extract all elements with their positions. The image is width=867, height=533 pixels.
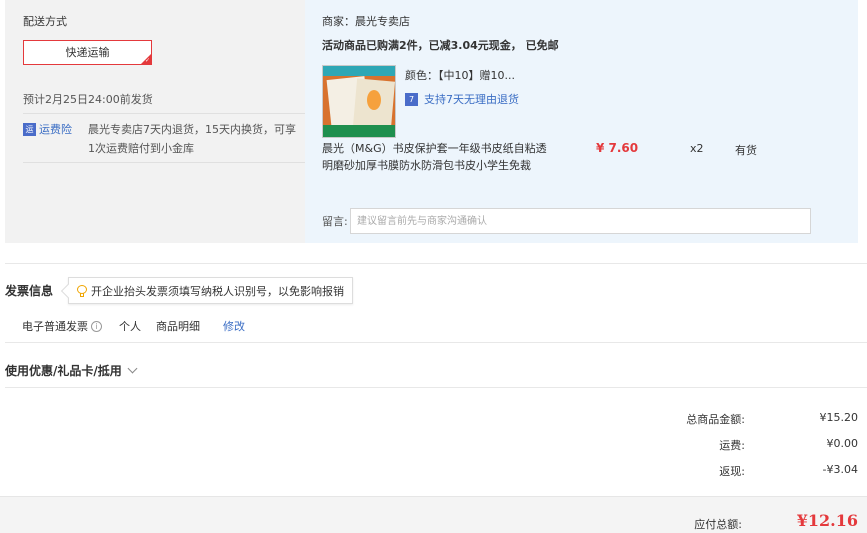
goods-total-label: 总商品金额: — [686, 413, 745, 426]
total-bar: 应付总额: ¥12.16 — [0, 496, 867, 533]
product-price: ¥ 7.60 — [596, 141, 639, 155]
divider — [5, 387, 867, 388]
insurance-description: 晨光专卖店7天内退货，15天内换货，可享1次运费赔付到小金库 — [88, 123, 296, 155]
message-input[interactable] — [350, 208, 811, 234]
promo-text: 活动商品已购满2件，已减3.04元现金， 已免邮 — [322, 39, 559, 52]
return-policy[interactable]: 7 支持7天无理由退货 — [405, 91, 519, 107]
discount-toggle[interactable]: 使用优惠/礼品卡/抵用 — [5, 362, 138, 379]
divider — [5, 342, 867, 343]
checkmark-icon: ✓ — [144, 57, 150, 64]
tip-arrow — [60, 283, 76, 299]
chevron-down-icon — [127, 363, 138, 374]
shipping-eta: 预计2月25日24:00前发货 — [23, 93, 153, 106]
amount-due-value: ¥12.16 — [796, 511, 858, 530]
amount-due-label: 应付总额: — [694, 518, 742, 531]
invoice-tip-text: 开企业抬头发票须填写纳税人识别号，以免影响报销 — [91, 284, 344, 298]
delivery-panel: 配送方式 快递运输 ✓ 预计2月25日24:00前发货 运 运费险 晨光专卖店7… — [5, 0, 305, 243]
discount-title: 使用优惠/礼品卡/抵用 — [5, 364, 122, 378]
shipping-fee-label: 运费: — [719, 439, 745, 452]
message-label: 留言: — [322, 215, 348, 228]
insurance-label[interactable]: 运费险 — [39, 121, 72, 137]
shipping-fee-value: ¥0.00 — [826, 437, 859, 450]
invoice-edit-link[interactable]: 修改 — [223, 318, 245, 334]
invoice-details: 电子普通发票 i 个人 商品明细 修改 — [22, 318, 245, 334]
info-icon[interactable]: i — [91, 320, 102, 332]
express-delivery-label: 快递运输 — [65, 46, 110, 59]
lightbulb-icon — [77, 284, 87, 297]
return-policy-label[interactable]: 支持7天无理由退货 — [424, 91, 519, 107]
invoice-header-type: 个人 — [119, 320, 141, 333]
shipping-insurance[interactable]: 运 运费险 — [23, 121, 72, 137]
delivery-title: 配送方式 — [23, 15, 67, 28]
express-delivery-option[interactable]: 快递运输 ✓ — [23, 40, 152, 65]
invoice-tip: 开企业抬头发票须填写纳税人识别号，以免影响报销 — [60, 277, 353, 304]
invoice-type: 电子普通发票 — [22, 320, 88, 333]
return-policy-icon: 7 — [405, 92, 418, 106]
product-title[interactable]: 晨光（M&G）书皮保护套一年级书皮纸自粘透明磨砂加厚书膜防水防滑包书皮小学生免裁 — [322, 140, 550, 174]
divider — [23, 162, 305, 163]
divider — [23, 113, 305, 114]
cashback-value: -¥3.04 — [822, 463, 858, 476]
divider — [5, 263, 867, 264]
goods-total-value: ¥15.20 — [819, 411, 859, 424]
product-quantity: x2 — [690, 142, 704, 155]
merchant-panel: 商家：晨光专卖店 活动商品已购满2件，已减3.04元现金， 已免邮 颜色：【中1… — [305, 0, 858, 243]
insurance-icon: 运 — [23, 122, 36, 136]
invoice-title: 发票信息 — [5, 284, 54, 298]
stock-status: 有货 — [735, 144, 757, 157]
product-color: 颜色：【中10】赠10... — [405, 69, 515, 82]
product-thumbnail[interactable] — [322, 65, 396, 138]
invoice-content: 商品明细 — [156, 320, 200, 333]
cashback-label: 返现: — [719, 465, 745, 478]
shop-name: 商家：晨光专卖店 — [322, 15, 410, 28]
